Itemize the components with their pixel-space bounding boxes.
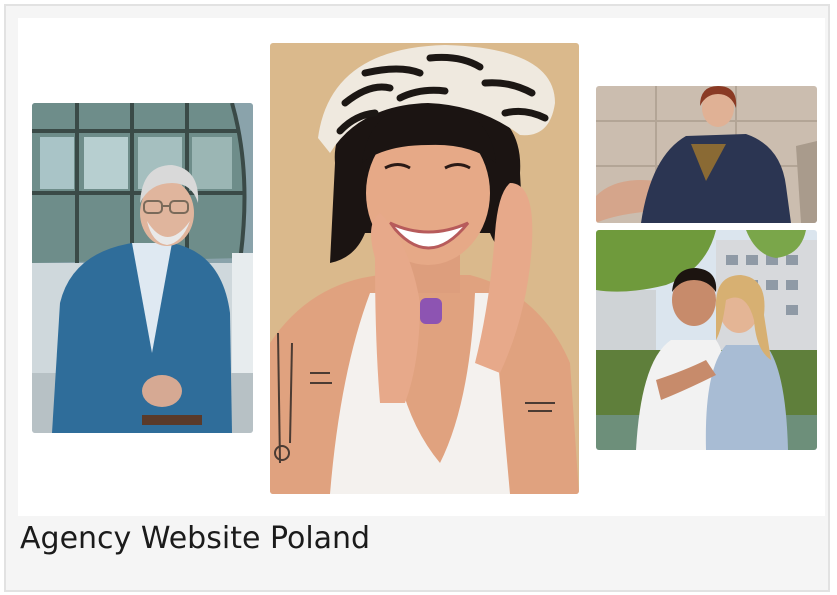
couple-embracing-photo	[596, 230, 817, 450]
project-title[interactable]: Agency Website Poland	[20, 521, 370, 556]
woman-sitting-striped-suit-photo	[596, 86, 817, 223]
project-preview[interactable]	[18, 18, 825, 516]
smiling-woman-zebra-beret-photo	[270, 43, 579, 494]
project-card[interactable]: Agency Website Poland	[4, 4, 830, 592]
man-in-blue-suit-photo	[32, 103, 253, 433]
